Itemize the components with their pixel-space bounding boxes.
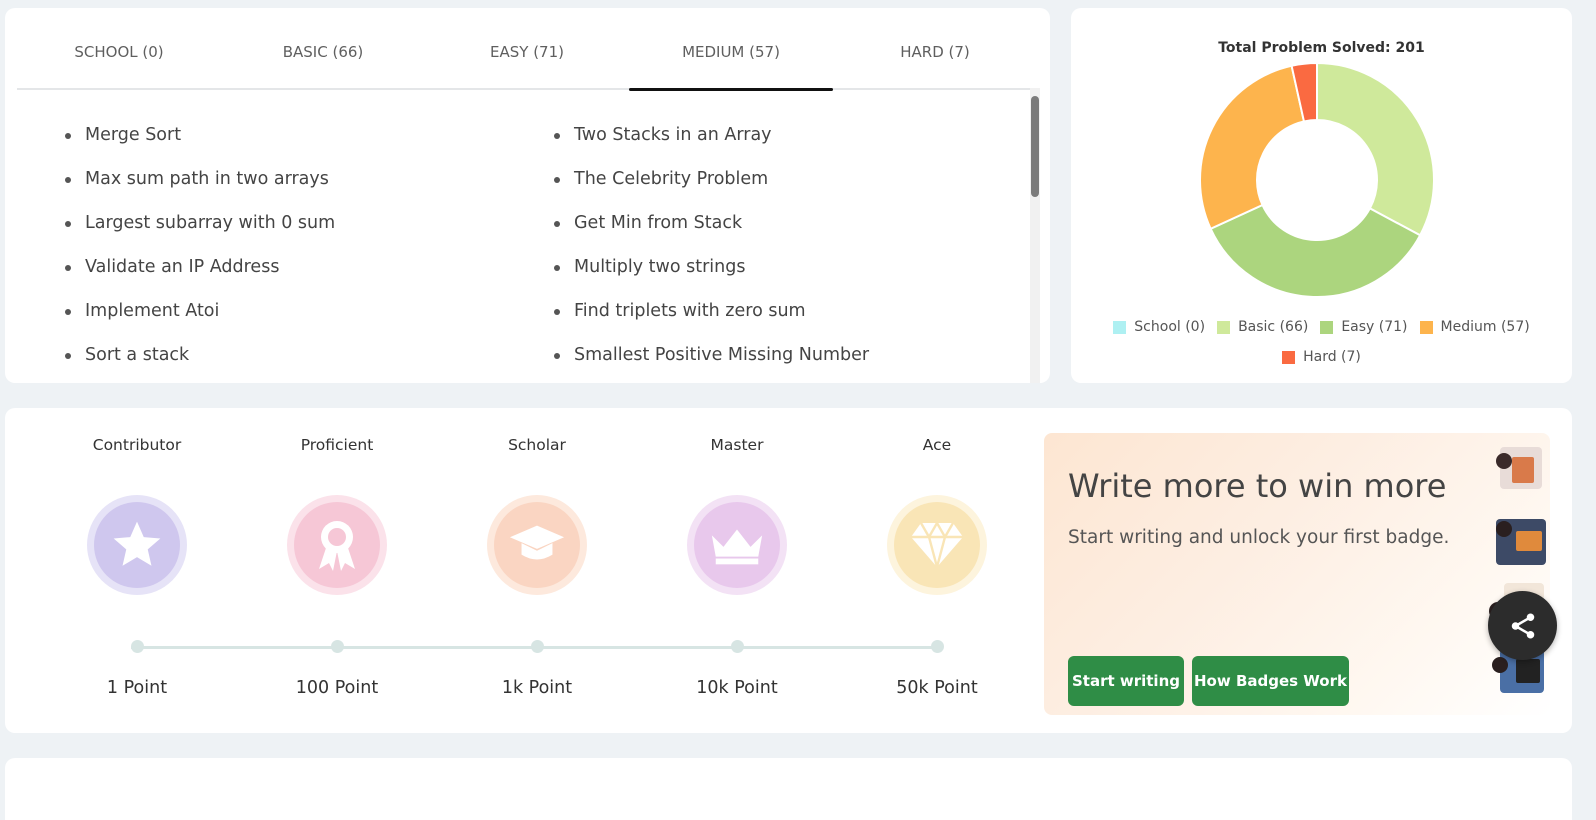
badge-points: 50k Point — [896, 678, 978, 698]
badge-points: 1 Point — [106, 678, 168, 698]
problem-link[interactable]: Smallest Positive Missing Number — [554, 342, 869, 383]
badge-name: Proficient — [300, 436, 374, 454]
solved-problems-card: SCHOOL (0) BASIC (66) EASY (71) MEDIUM (… — [5, 8, 1050, 383]
tab-hard[interactable]: HARD (7) — [833, 16, 1037, 88]
badge-points: 100 Point — [295, 678, 379, 698]
problems-solved-chart-card: Total Problem Solved: 201 School (0) Basi… — [1071, 8, 1572, 383]
tab-basic[interactable]: BASIC (66) — [221, 16, 425, 88]
donut-chart — [1199, 61, 1435, 298]
badge-medal — [487, 495, 587, 595]
problem-list-left: Merge Sort Max sum path in two arrays La… — [65, 122, 335, 383]
legend-swatch — [1113, 321, 1127, 334]
legend-item-school[interactable]: School (0) — [1113, 314, 1205, 341]
badge-name: Scholar — [508, 436, 566, 454]
timeline-dot — [331, 640, 344, 653]
share-button[interactable] — [1488, 591, 1557, 660]
problem-link[interactable]: Implement Atoi — [65, 298, 335, 342]
legend-label: Easy (71) — [1341, 319, 1408, 335]
legend-swatch — [1282, 351, 1296, 364]
promo-subtitle: Start writing and unlock your first badg… — [1068, 527, 1450, 548]
timeline-dot — [131, 640, 144, 653]
difficulty-tabs: SCHOOL (0) BASIC (66) EASY (71) MEDIUM (… — [17, 16, 1037, 91]
share-icon — [1511, 613, 1534, 638]
donut-slice-easy[interactable] — [1209, 203, 1422, 298]
badge-medal — [287, 495, 387, 595]
problem-link[interactable]: Sort a stack — [65, 342, 335, 383]
legend-label: School (0) — [1134, 319, 1206, 335]
timeline-dot — [531, 640, 544, 653]
writers-illustration — [1489, 447, 1546, 693]
tab-medium[interactable]: MEDIUM (57) — [629, 16, 833, 91]
problem-link[interactable]: Two Stacks in an Array — [554, 122, 869, 166]
badge-name: Contributor — [92, 436, 182, 454]
legend-swatch — [1320, 321, 1334, 334]
timeline-dot — [931, 640, 944, 653]
problem-link[interactable]: Find triplets with zero sum — [554, 298, 869, 342]
badge-medal — [687, 495, 787, 595]
legend-label: Hard (7) — [1303, 349, 1361, 365]
badge-name: Ace — [922, 436, 952, 454]
donut-slice-basic[interactable] — [1316, 61, 1435, 237]
legend-swatch — [1419, 321, 1433, 334]
badge-medal — [87, 495, 187, 595]
legend-label: Basic (66) — [1238, 319, 1309, 335]
problem-link[interactable]: Merge Sort — [65, 122, 335, 166]
legend-item-hard[interactable]: Hard (7) — [1282, 344, 1361, 371]
badge-points: 10k Point — [696, 678, 778, 698]
graduation-cap-icon — [509, 525, 565, 560]
promo-title: Write more to win more — [1068, 467, 1447, 505]
bottom-panel — [5, 758, 1572, 820]
donut-slice-medium[interactable] — [1199, 64, 1306, 231]
problem-link[interactable]: Validate an IP Address — [65, 254, 335, 298]
tab-easy[interactable]: EASY (71) — [425, 16, 629, 88]
legend-label: Medium (57) — [1440, 319, 1530, 335]
tab-school[interactable]: SCHOOL (0) — [17, 16, 221, 88]
star-icon — [113, 521, 161, 566]
crown-icon — [711, 529, 763, 565]
problem-list-right: Two Stacks in an Array The Celebrity Pro… — [554, 122, 869, 383]
legend-item-medium[interactable]: Medium (57) — [1419, 314, 1530, 341]
how-badges-work-button[interactable]: How Badges Work — [1192, 656, 1349, 706]
diamond-icon — [911, 520, 963, 570]
badge-points: 1k Point — [501, 678, 573, 698]
legend-item-basic[interactable]: Basic (66) — [1217, 314, 1308, 341]
award-ribbon-icon — [319, 521, 355, 571]
problem-link[interactable]: Max sum path in two arrays — [65, 166, 335, 210]
problem-link[interactable]: Get Min from Stack — [554, 210, 869, 254]
badges-card: Contributor 1 Point Proficient 100 Point — [5, 408, 1572, 733]
problem-link[interactable]: The Celebrity Problem — [554, 166, 869, 210]
chart-legend: School (0) Basic (66) Easy (71) Medium (57)… — [1071, 314, 1572, 374]
write-promo-banner: Write more to win more Start writing and… — [1044, 433, 1550, 715]
badge-name: Master — [710, 436, 764, 454]
list-scrollbar-thumb[interactable] — [1031, 96, 1039, 197]
legend-item-easy[interactable]: Easy (71) — [1320, 314, 1408, 341]
badge-medal — [887, 495, 987, 595]
timeline-dot — [731, 640, 744, 653]
legend-swatch — [1217, 321, 1231, 334]
problem-link[interactable]: Largest subarray with 0 sum — [65, 210, 335, 254]
start-writing-button[interactable]: Start writing — [1068, 656, 1184, 706]
problem-link[interactable]: Multiply two strings — [554, 254, 869, 298]
